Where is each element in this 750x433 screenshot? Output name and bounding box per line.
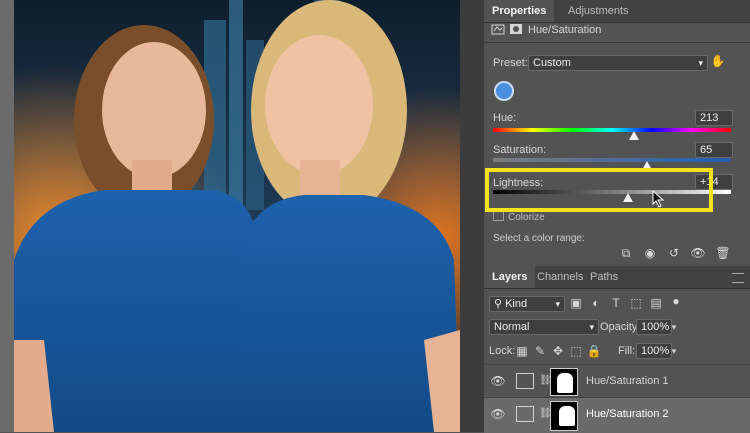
canvas-background bbox=[0, 0, 14, 432]
hue-label: Hue: bbox=[493, 112, 517, 124]
hue-slider-thumb[interactable] bbox=[629, 131, 639, 140]
hue-input[interactable]: 213 bbox=[695, 110, 733, 126]
adjustment-layer-icon bbox=[516, 373, 534, 389]
visibility-icon[interactable]: 👁 bbox=[490, 406, 506, 422]
tab-adjustments[interactable]: Adjustments bbox=[560, 0, 637, 22]
layer-name[interactable]: Hue/Saturation 1 bbox=[586, 375, 669, 387]
filter-smart-object-icon[interactable]: ▤ bbox=[648, 295, 664, 311]
adjustment-icon bbox=[490, 22, 506, 38]
blend-mode-value: Normal bbox=[494, 321, 530, 333]
mask-icon[interactable] bbox=[508, 22, 524, 38]
layer-row[interactable]: 👁 ⛓ Hue/Saturation 2 bbox=[484, 397, 750, 433]
lock-artboard-icon[interactable]: ⬚ bbox=[568, 343, 584, 359]
panel-divider bbox=[460, 0, 484, 432]
layer-row[interactable]: 👁 ⛓ Hue/Saturation 1 bbox=[484, 364, 750, 397]
preset-value: Custom bbox=[533, 57, 571, 69]
opacity-label: Opacity: bbox=[600, 321, 641, 333]
lock-label: Lock: bbox=[489, 345, 516, 357]
chevron-down-icon: ▾ bbox=[698, 58, 703, 68]
document-canvas[interactable] bbox=[14, 0, 460, 432]
color-range-label: Select a color range: bbox=[493, 233, 585, 244]
filter-type-icon[interactable]: T bbox=[608, 295, 624, 311]
filter-adjustment-icon[interactable]: ◐ bbox=[588, 295, 604, 311]
clip-layer-icon[interactable]: ⧉ bbox=[618, 245, 634, 261]
mask-shape bbox=[557, 373, 573, 393]
chevron-down-icon[interactable]: ▾ bbox=[666, 319, 682, 335]
saturation-input[interactable]: 65 bbox=[695, 142, 733, 158]
lightness-highlight-box bbox=[485, 168, 713, 212]
filter-pixel-icon[interactable]: ▣ bbox=[568, 295, 584, 311]
saturation-slider[interactable] bbox=[493, 158, 731, 162]
filter-shape-icon[interactable]: ⬚ bbox=[628, 295, 644, 311]
lock-all-icon[interactable]: 🔒 bbox=[586, 343, 602, 359]
lock-position-icon[interactable]: ✥ bbox=[550, 343, 566, 359]
visibility-icon[interactable]: 👁 bbox=[690, 245, 706, 261]
blend-mode-select[interactable]: Normal ▾ bbox=[489, 319, 599, 335]
layer-filter-select[interactable]: ⚲ Kind ▾ bbox=[489, 296, 565, 312]
properties-tab-bar: Properties Adjustments bbox=[484, 0, 750, 23]
lock-pixels-icon[interactable]: ✎ bbox=[532, 343, 548, 359]
layers-tab-bar: Layers Channels Paths bbox=[484, 266, 750, 289]
saturation-label: Saturation: bbox=[493, 144, 547, 156]
adjustment-layer-icon bbox=[516, 406, 534, 422]
tab-properties[interactable]: Properties bbox=[484, 0, 555, 22]
visibility-icon[interactable]: 👁 bbox=[490, 373, 506, 389]
tab-paths[interactable]: Paths bbox=[582, 266, 626, 288]
trash-icon[interactable]: 🗑 bbox=[715, 245, 731, 261]
preset-label: Preset: bbox=[493, 57, 528, 69]
mask-shape bbox=[559, 406, 575, 426]
layer-name[interactable]: Hue/Saturation 2 bbox=[586, 408, 669, 420]
panel-menu-icon[interactable] bbox=[732, 273, 744, 283]
lock-transparent-icon[interactable]: ▦ bbox=[514, 343, 530, 359]
reset-icon[interactable]: ↺ bbox=[666, 245, 682, 261]
chevron-down-icon: ▾ bbox=[555, 299, 560, 309]
fill-label: Fill: bbox=[618, 345, 636, 357]
layer-mask-thumbnail[interactable] bbox=[550, 401, 578, 431]
preset-select[interactable]: Custom ▾ bbox=[528, 55, 708, 71]
filter-kind-value: Kind bbox=[505, 298, 528, 310]
layer-mask-thumbnail[interactable] bbox=[550, 368, 578, 396]
search-icon: ⚲ bbox=[494, 298, 503, 310]
view-previous-icon[interactable]: ◉ bbox=[642, 245, 658, 261]
photo-image bbox=[14, 0, 460, 432]
adjustment-title: Hue/Saturation bbox=[528, 24, 602, 36]
eyedropper-icon[interactable] bbox=[493, 80, 515, 102]
divider bbox=[484, 42, 750, 43]
hand-tool-icon[interactable]: ✋ bbox=[710, 53, 726, 69]
colorize-label: Colorize bbox=[508, 212, 545, 223]
chevron-down-icon[interactable]: ▾ bbox=[666, 343, 682, 359]
tab-layers[interactable]: Layers bbox=[484, 266, 536, 288]
right-panel: Properties Adjustments Hue/Saturation Pr… bbox=[484, 0, 750, 433]
filter-toggle-icon[interactable]: ● bbox=[668, 293, 684, 309]
chevron-down-icon: ▾ bbox=[589, 322, 594, 332]
hue-slider[interactable] bbox=[493, 128, 731, 132]
